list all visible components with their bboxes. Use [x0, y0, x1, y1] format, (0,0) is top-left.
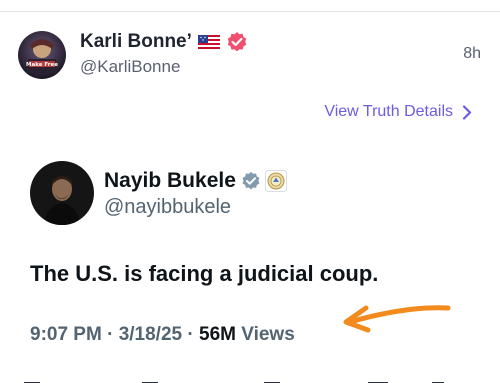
embedded-post-time[interactable]: 9:07 PM [30, 324, 102, 345]
embedded-post-date[interactable]: 3/18/25 [119, 324, 182, 345]
screen: Make Free Karli Bonne’ @KarliBonne 8h Vi… [0, 0, 500, 383]
cropped-next-row [0, 376, 500, 383]
author-name[interactable]: Karli Bonne’ [80, 31, 192, 53]
gray-verified-badge-icon [241, 171, 261, 191]
embedded-author-name-row[interactable]: Nayib Bukele [104, 169, 287, 193]
views-label: Views [241, 324, 295, 345]
chevron-right-icon [462, 104, 472, 120]
author-avatar[interactable]: Make Free [18, 31, 66, 79]
meta-separator: · [187, 324, 194, 345]
top-divider [0, 11, 500, 12]
embedded-author-avatar[interactable] [30, 161, 94, 225]
orange-arrow-icon [336, 296, 456, 341]
embedded-post-meta: 9:07 PM · 3/18/25 · 56M Views [30, 324, 295, 346]
post-time-ago: 8h [463, 45, 481, 62]
author-name-row[interactable]: Karli Bonne’ [80, 31, 248, 53]
meta-separator: · [107, 324, 114, 345]
views-count: 56M [199, 324, 236, 345]
svg-text:Make Free: Make Free [26, 62, 58, 68]
embedded-author-handle[interactable]: @nayibbukele [104, 196, 231, 219]
embedded-author-name[interactable]: Nayib Bukele [104, 169, 236, 193]
view-truth-details-label[interactable]: View Truth Details [324, 103, 453, 121]
author-handle[interactable]: @KarliBonne [80, 57, 180, 77]
us-flag-icon [197, 35, 220, 49]
embedded-avatar-image [30, 161, 94, 225]
author-avatar-image: Make Free [18, 31, 66, 79]
embedded-post-text: The U.S. is facing a judicial coup. [30, 261, 379, 286]
view-truth-details-link[interactable]: View Truth Details [324, 103, 472, 121]
verified-badge-icon [226, 31, 248, 53]
government-seal-icon [264, 170, 287, 192]
